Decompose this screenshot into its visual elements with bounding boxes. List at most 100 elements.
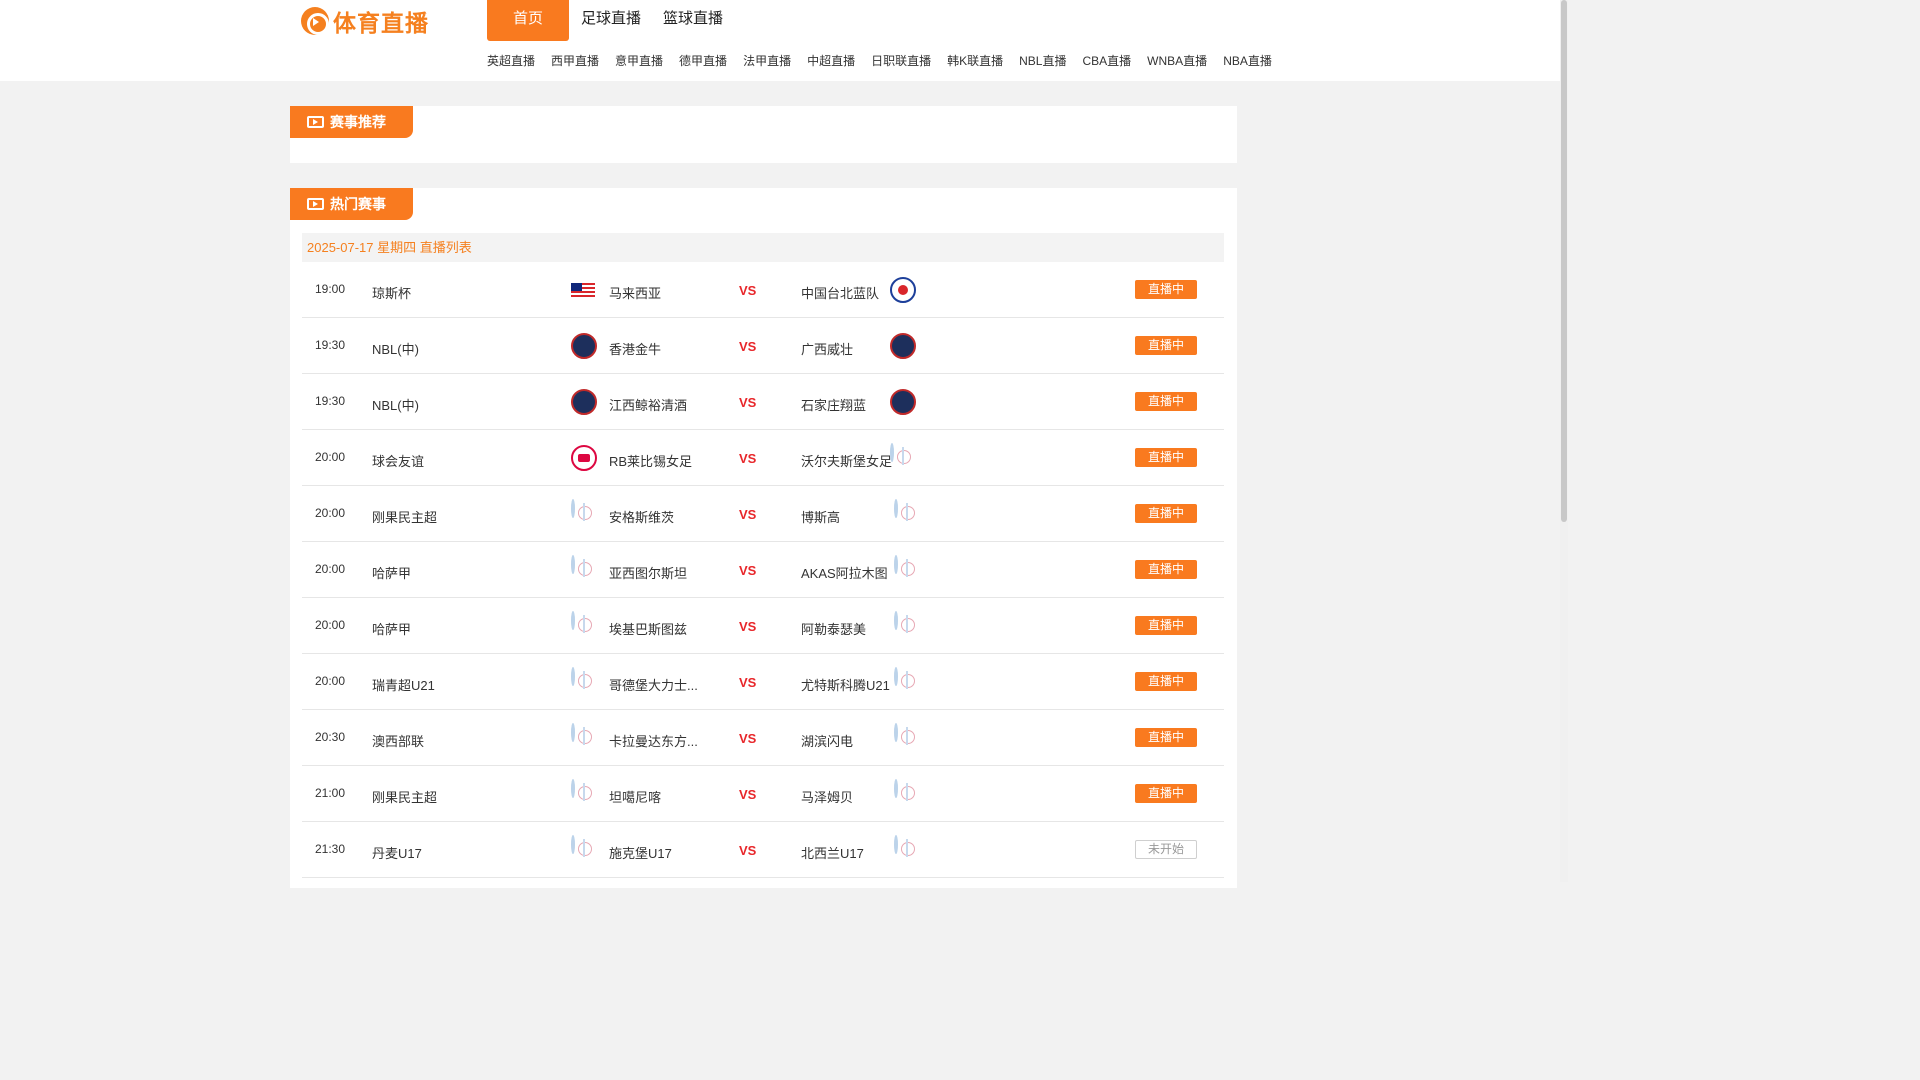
match-row[interactable]: 21:30 丹麦U17 施克堡U17 VS 北西兰U17 未开始 xyxy=(302,822,1224,878)
rb-leipzig-logo-icon xyxy=(571,445,597,471)
vs-label: VS xyxy=(739,507,757,522)
not-started-button[interactable]: 未开始 xyxy=(1135,840,1197,859)
away-team[interactable]: 中国台北蓝队 xyxy=(801,283,879,302)
match-row[interactable]: 20:00 瑞青超U21 哥德堡大力士... VS 尤特斯科腾U21 直播中 xyxy=(302,654,1224,710)
match-league: NBL(中) xyxy=(372,342,419,357)
bull-emblem xyxy=(578,454,590,462)
video-icon xyxy=(307,198,324,210)
home-team[interactable]: 哥德堡大力士... xyxy=(609,675,698,694)
vs-label: VS xyxy=(739,283,757,298)
match-time: 20:00 xyxy=(315,618,346,632)
home-team[interactable]: 江西鲸裕清酒 xyxy=(609,395,687,414)
vs-label: VS xyxy=(739,843,757,858)
placeholder-logo-icon xyxy=(890,443,894,462)
play-logo-icon xyxy=(301,7,329,35)
match-row[interactable]: 19:00 琼斯杯 马来西亚 VS 中国台北蓝队 直播中 xyxy=(302,262,1224,318)
nav-sub-item[interactable]: 德甲直播 xyxy=(679,53,727,69)
placeholder-logo-icon xyxy=(894,667,898,686)
placeholder-logo-icon xyxy=(894,611,898,630)
live-button[interactable]: 直播中 xyxy=(1135,392,1197,411)
nav-sub-item[interactable]: 中超直播 xyxy=(807,53,855,69)
date-header: 2025-07-17 星期四 直播列表 xyxy=(302,233,1224,262)
live-button[interactable]: 直播中 xyxy=(1135,728,1197,747)
home-team[interactable]: 埃基巴斯图兹 xyxy=(609,619,687,638)
home-team[interactable]: 卡拉曼达东方... xyxy=(609,731,698,750)
away-team[interactable]: AKAS阿拉木图 xyxy=(801,563,888,582)
away-team[interactable]: 博斯高 xyxy=(801,507,840,526)
placeholder-logo-icon xyxy=(571,779,575,798)
away-team[interactable]: 湖滨闪电 xyxy=(801,731,853,750)
home-team[interactable]: RB莱比锡女足 xyxy=(609,451,692,470)
live-button[interactable]: 直播中 xyxy=(1135,504,1197,523)
nav-sub-item[interactable]: 意甲直播 xyxy=(615,53,663,69)
placeholder-logo-icon xyxy=(894,835,898,854)
match-league: 刚果民主超 xyxy=(372,790,438,805)
live-button[interactable]: 直播中 xyxy=(1135,448,1197,467)
team-logo-icon xyxy=(571,333,597,359)
away-team[interactable]: 沃尔夫斯堡女足 xyxy=(801,451,892,470)
match-time: 20:30 xyxy=(315,730,346,744)
away-team[interactable]: 尤特斯科腾U21 xyxy=(801,675,890,694)
away-team[interactable]: 石家庄翔蓝 xyxy=(801,395,866,414)
nav-sub-item[interactable]: 法甲直播 xyxy=(743,53,791,69)
home-team[interactable]: 马来西亚 xyxy=(609,283,661,302)
live-button[interactable]: 直播中 xyxy=(1135,280,1197,299)
home-team[interactable]: 施克堡U17 xyxy=(609,843,672,862)
match-row[interactable]: 20:00 刚果民主超 安格斯维茨 VS 博斯高 直播中 xyxy=(302,486,1224,542)
match-time: 19:30 xyxy=(315,338,346,352)
away-team[interactable]: 北西兰U17 xyxy=(801,843,864,862)
match-league: 澳西部联 xyxy=(372,734,425,749)
hot-tag: 热门赛事 xyxy=(290,188,413,220)
live-button[interactable]: 直播中 xyxy=(1135,672,1197,691)
live-button[interactable]: 直播中 xyxy=(1135,560,1197,579)
away-team[interactable]: 马泽姆贝 xyxy=(801,787,853,806)
chinese-taipei-logo-icon xyxy=(890,277,916,303)
vs-label: VS xyxy=(739,619,757,634)
home-team[interactable]: 亚西图尔斯坦 xyxy=(609,563,687,582)
match-time: 19:00 xyxy=(315,282,346,296)
scrollbar-thumb[interactable] xyxy=(1561,0,1567,522)
flower-emblem xyxy=(898,285,908,295)
match-row[interactable]: 20:30 澳西部联 卡拉曼达东方... VS 湖滨闪电 直播中 xyxy=(302,710,1224,766)
match-row[interactable]: 20:00 哈萨甲 埃基巴斯图兹 VS 阿勒泰瑟美 直播中 xyxy=(302,598,1224,654)
match-row[interactable]: 19:30 NBL(中) 江西鲸裕清酒 VS 石家庄翔蓝 直播中 xyxy=(302,374,1224,430)
nav-football[interactable]: 足球直播 xyxy=(581,0,641,41)
nav-sub-item[interactable]: 日职联直播 xyxy=(871,53,931,69)
recommend-panel: 赛事推荐 xyxy=(290,106,1237,163)
hot-matches-panel: 热门赛事 2025-07-17 星期四 直播列表 19:00 琼斯杯 马来西亚 VS 中… xyxy=(290,188,1237,888)
nav-sub-item[interactable]: 英超直播 xyxy=(487,53,535,69)
site-logo[interactable]: 体育直播 xyxy=(301,7,429,37)
team-logo-icon xyxy=(890,389,916,415)
nav-home[interactable]: 首页 xyxy=(487,0,569,41)
nav-sub-item[interactable]: CBA直播 xyxy=(1082,53,1131,69)
match-row[interactable]: 20:00 哈萨甲 亚西图尔斯坦 VS AKAS阿拉木图 直播中 xyxy=(302,542,1224,598)
page-scrollbar[interactable] xyxy=(1560,0,1568,882)
nav-sub-item[interactable]: NBA直播 xyxy=(1223,53,1272,69)
match-row[interactable]: 19:30 NBL(中) 香港金牛 VS 广西威壮 直播中 xyxy=(302,318,1224,374)
match-time: 20:00 xyxy=(315,450,346,464)
live-button[interactable]: 直播中 xyxy=(1135,616,1197,635)
team-logo-icon xyxy=(890,333,916,359)
video-icon xyxy=(307,116,324,128)
vs-label: VS xyxy=(739,451,757,466)
live-button[interactable]: 直播中 xyxy=(1135,784,1197,803)
nav-sub-item[interactable]: 韩K联直播 xyxy=(947,53,1003,69)
match-league: 哈萨甲 xyxy=(372,622,412,637)
match-list: 19:00 琼斯杯 马来西亚 VS 中国台北蓝队 直播中 19:30 NBL(中) 香港金牛 VS… xyxy=(302,262,1224,878)
nav-basketball[interactable]: 篮球直播 xyxy=(663,0,723,41)
match-league: 刚果民主超 xyxy=(372,510,438,525)
nav-sub-item[interactable]: WNBA直播 xyxy=(1147,53,1207,69)
vs-label: VS xyxy=(739,787,757,802)
away-team[interactable]: 广西威壮 xyxy=(801,339,853,358)
nav-sub-item[interactable]: 西甲直播 xyxy=(551,53,599,69)
nav-sub-item[interactable]: NBL直播 xyxy=(1019,53,1066,69)
home-team[interactable]: 坦噶尼喀 xyxy=(609,787,661,806)
away-team[interactable]: 阿勒泰瑟美 xyxy=(801,619,866,638)
match-row[interactable]: 21:00 刚果民主超 坦噶尼喀 VS 马泽姆贝 直播中 xyxy=(302,766,1224,822)
live-button[interactable]: 直播中 xyxy=(1135,336,1197,355)
placeholder-logo-icon xyxy=(894,555,898,574)
match-row[interactable]: 20:00 球会友谊 RB莱比锡女足 VS 沃尔夫斯堡女足 直播中 xyxy=(302,430,1224,486)
home-team[interactable]: 安格斯维茨 xyxy=(609,507,674,526)
match-time: 20:00 xyxy=(315,562,346,576)
home-team[interactable]: 香港金牛 xyxy=(609,339,661,358)
